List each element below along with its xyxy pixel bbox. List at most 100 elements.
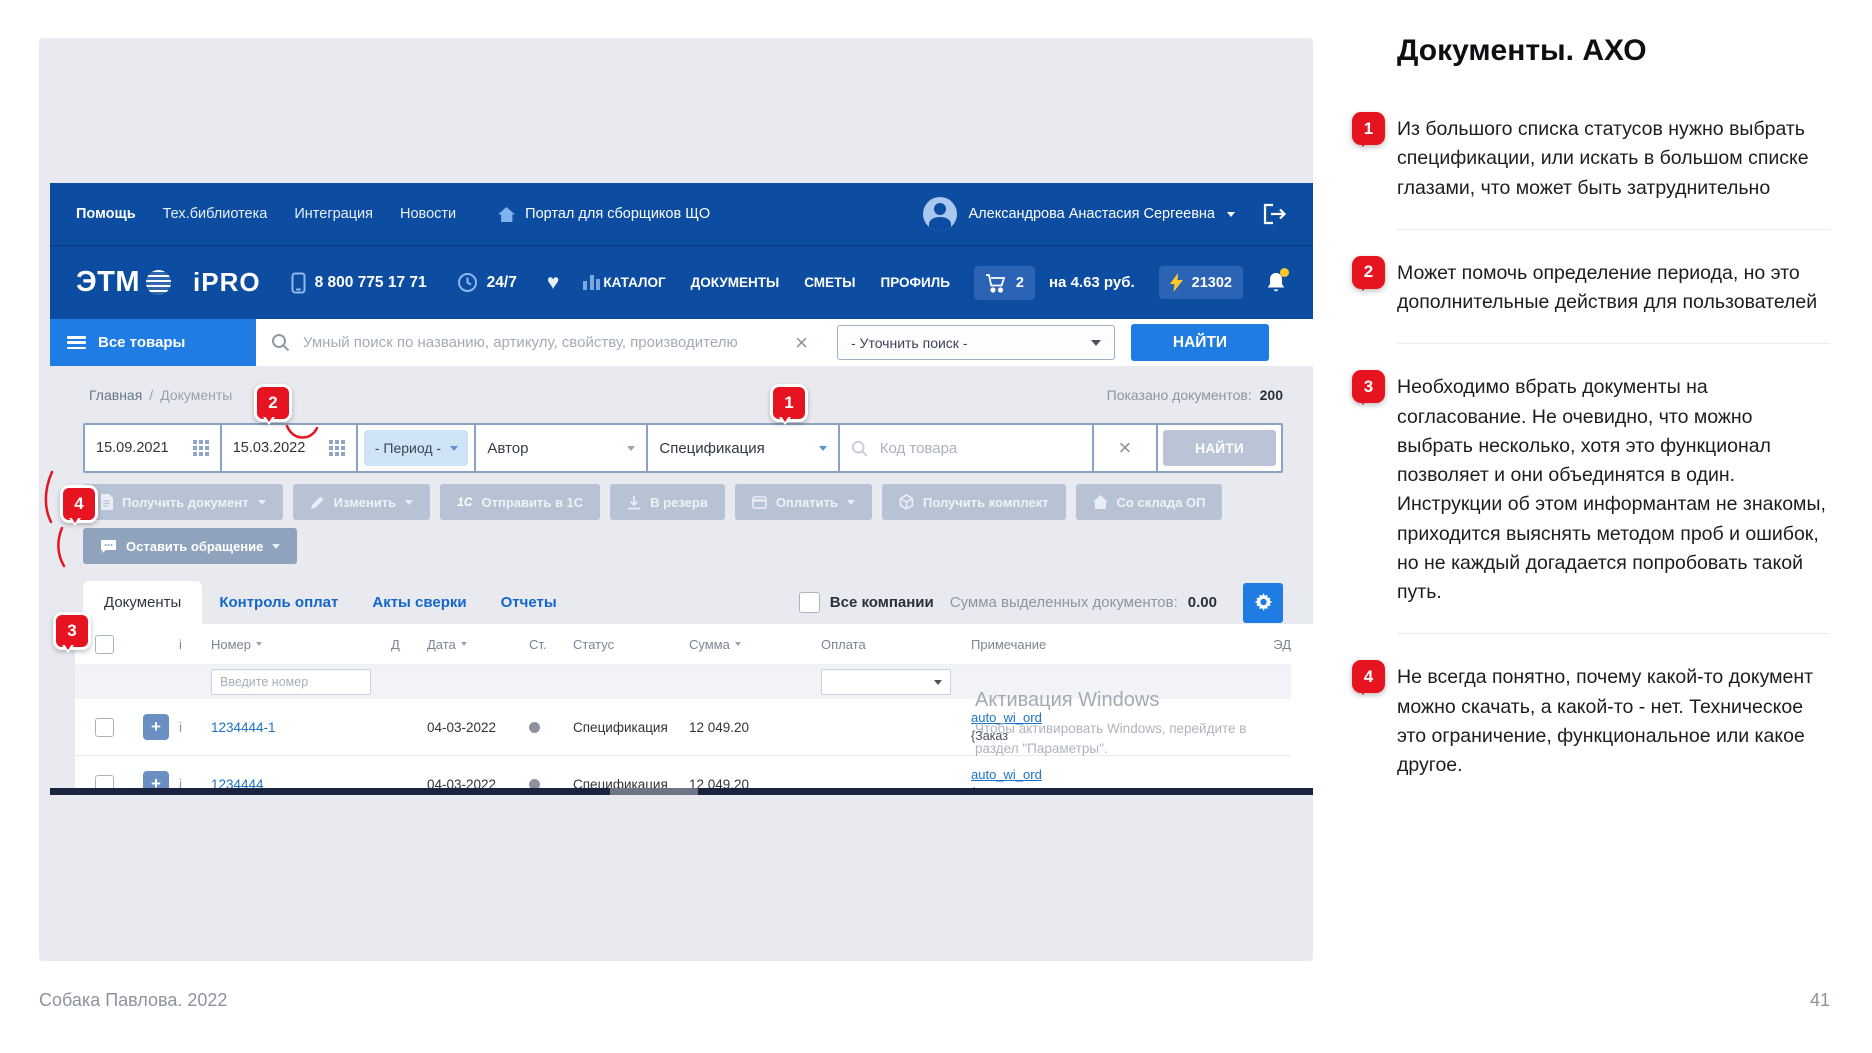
menu-estimates[interactable]: СМЕТЫ — [804, 275, 855, 290]
chevron-down-icon — [1227, 212, 1235, 217]
reserve-button[interactable]: В резерв — [610, 484, 725, 520]
bonus-button[interactable]: 21302 — [1159, 266, 1243, 299]
send-to-1c-button[interactable]: 1С Отправить в 1С — [440, 484, 600, 520]
shown-documents: Показано документов: 200 — [1107, 387, 1283, 403]
table-header-row: i Номер Д Дата Ст. Статус Сумма Оплата П… — [75, 624, 1291, 665]
leave-feedback-button[interactable]: Оставить обращение — [83, 528, 297, 564]
col-ed: ЭД — [1235, 637, 1291, 652]
all-companies-checkbox[interactable] — [799, 592, 820, 613]
edit-label: Изменить — [334, 495, 397, 510]
nav-tech-library[interactable]: Тех.библиотека — [163, 206, 268, 222]
divider — [1397, 633, 1830, 634]
nav-integration[interactable]: Интеграция — [294, 206, 373, 222]
logout-icon[interactable] — [1261, 202, 1287, 226]
document-status: Спецификация — [573, 720, 689, 735]
doc-type-dropdown[interactable]: Спецификация — [648, 425, 839, 471]
chevron-down-icon — [1091, 340, 1101, 346]
clear-filters-icon[interactable]: × — [1094, 425, 1159, 471]
cart-balance: на 4.63 руб. — [1049, 274, 1135, 291]
col-number[interactable]: Номер — [211, 637, 391, 652]
tab-reconciliation[interactable]: Акты сверки — [355, 581, 483, 624]
cart-button[interactable]: 2 — [974, 266, 1035, 300]
chevron-down-icon — [272, 544, 280, 549]
breadcrumb-home[interactable]: Главная — [89, 387, 142, 403]
find-button[interactable]: НАЙТИ — [1131, 324, 1269, 361]
col-sum[interactable]: Сумма — [689, 637, 821, 652]
tab-documents[interactable]: Документы — [83, 581, 202, 624]
filter-find-button[interactable]: НАЙТИ — [1163, 430, 1276, 466]
document-date: 04-03-2022 — [427, 720, 529, 735]
leave-feedback-label: Оставить обращение — [126, 539, 263, 554]
menu-profile[interactable]: ПРОФИЛЬ — [880, 275, 949, 290]
from-warehouse-button[interactable]: Со склада ОП — [1076, 484, 1223, 520]
all-products-button[interactable]: Все товары — [50, 319, 256, 366]
annotation-badge-3: 3 — [53, 612, 91, 650]
col-date[interactable]: Дата — [427, 637, 529, 652]
screenshot-bottom-edge — [50, 788, 1313, 795]
get-document-button[interactable]: Получить документ — [83, 484, 283, 520]
chevron-down-icon — [405, 500, 413, 505]
col-st: Ст. — [529, 637, 573, 652]
all-products-label: Все товары — [98, 334, 185, 351]
notifications-bell-icon[interactable] — [1265, 271, 1287, 294]
document-number-link[interactable]: 1234444-1 — [211, 720, 391, 735]
document-note: auto_wi_ord {Заказ — [971, 709, 1235, 745]
nav-assemblers-portal[interactable]: Портал для сборщиков ЩО — [497, 206, 710, 223]
date-from-field[interactable]: 15.09.2021 — [85, 425, 222, 471]
get-kit-button[interactable]: Получить комплект — [882, 484, 1066, 520]
note-text-3: Необходимо вбрать документы на согласова… — [1397, 370, 1830, 607]
pay-button[interactable]: Оплатить — [735, 484, 872, 520]
globe-icon — [146, 270, 171, 295]
note-link[interactable]: auto_wi_ord — [971, 767, 1042, 782]
note-item-1: 1 Из большого списка статусов нужно выбр… — [1352, 112, 1830, 203]
note-badge-4: 4 — [1352, 660, 1385, 693]
tab-reports[interactable]: Отчеты — [484, 581, 574, 624]
etm-logo[interactable]: ЭТМ — [76, 266, 171, 299]
clear-search-icon[interactable]: × — [791, 332, 812, 354]
nav-help[interactable]: Помощь — [76, 206, 136, 222]
nav-assemblers-portal-label: Портал для сборщиков ЩО — [525, 206, 710, 222]
period-value: - Период - — [375, 440, 441, 456]
top-utility-bar: Помощь Тех.библиотека Интеграция Новости… — [50, 183, 1313, 245]
ipro-logo: iPRO — [193, 267, 261, 298]
main-menu: КАТАЛОГ ДОКУМЕНТЫ СМЕТЫ ПРОФИЛЬ — [603, 275, 950, 290]
nav-news[interactable]: Новости — [400, 206, 456, 222]
note-link[interactable]: auto_wi_ord — [971, 710, 1042, 725]
search-input[interactable] — [301, 333, 780, 352]
get-kit-label: Получить комплект — [923, 495, 1049, 510]
document-sum: 12 049.20 — [689, 720, 821, 735]
annotation-badge-4: 4 — [60, 485, 98, 523]
number-filter-input[interactable] — [211, 669, 371, 695]
note-item-2: 2 Может помочь определение периода, но э… — [1352, 256, 1830, 318]
calendar-grid-icon[interactable] — [329, 440, 345, 456]
menu-catalog[interactable]: КАТАЛОГ — [603, 275, 665, 290]
portal-ui: Помощь Тех.библиотека Интеграция Новости… — [50, 183, 1313, 795]
user-menu[interactable]: Александрова Анастасия Сергеевна — [923, 197, 1288, 231]
pay-label: Оплатить — [776, 495, 838, 510]
house-icon — [1093, 495, 1108, 509]
favorites-heart-icon[interactable]: ♥ — [547, 271, 559, 295]
screenshot-canvas: Помощь Тех.библиотека Интеграция Новости… — [39, 38, 1313, 961]
tab-payment-control[interactable]: Контроль оплат — [202, 581, 355, 624]
settings-button[interactable] — [1243, 583, 1283, 623]
bonus-count: 21302 — [1192, 275, 1232, 291]
calendar-grid-icon[interactable] — [193, 440, 209, 456]
compare-chart-icon[interactable] — [583, 275, 600, 290]
note-text-2: Может помочь определение периода, но это… — [1397, 256, 1830, 318]
select-all-checkbox[interactable] — [95, 635, 114, 654]
row-checkbox[interactable] — [95, 718, 114, 737]
product-code-input[interactable] — [878, 439, 1081, 458]
info-icon[interactable]: i — [179, 720, 211, 735]
menu-documents[interactable]: ДОКУМЕНТЫ — [691, 275, 780, 290]
edit-button[interactable]: Изменить — [293, 484, 431, 520]
refine-search-dropdown[interactable]: - Уточнить поиск - — [837, 325, 1115, 360]
expand-plus-button[interactable]: + — [143, 714, 169, 740]
phone-icon — [291, 272, 306, 294]
chat-icon — [100, 539, 117, 554]
period-dropdown[interactable]: - Период - — [358, 425, 476, 471]
page-content: Главная / Документы Показано документов:… — [50, 366, 1313, 795]
payment-filter-select[interactable] — [821, 669, 951, 695]
note-badge-3: 3 — [1352, 370, 1385, 403]
selected-sum-label: Сумма выделенных документов: — [950, 594, 1178, 611]
author-dropdown[interactable]: Автор — [476, 425, 648, 471]
